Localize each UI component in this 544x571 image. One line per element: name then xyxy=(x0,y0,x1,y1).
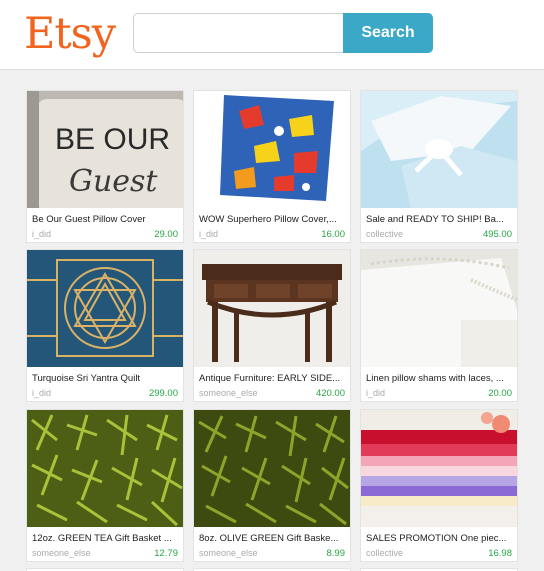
listing-card[interactable]: Antique Furniture: EARLY SIDE... someone… xyxy=(193,249,351,402)
listing-shop[interactable]: someone_else xyxy=(199,388,258,398)
listing-image[interactable]: BE OUR Guest xyxy=(27,91,183,208)
listing-title[interactable]: Sale and READY TO SHIP! Ba... xyxy=(366,214,514,225)
listing-card[interactable]: 8oz. OLIVE GREEN Gift Baske... someone_e… xyxy=(193,409,351,562)
listing-shop[interactable]: collective xyxy=(366,229,403,239)
listing-price: 420.00 xyxy=(315,388,345,399)
etsy-logo[interactable]: Etsy xyxy=(24,8,116,60)
listing-image[interactable] xyxy=(361,91,517,208)
listing-title[interactable]: Be Our Guest Pillow Cover xyxy=(32,214,180,225)
listing-card[interactable]: Turquoise Sri Yantra Quilt i_did 299.00 xyxy=(26,249,184,402)
listing-shop[interactable]: someone_else xyxy=(199,548,258,558)
listing-price: 16.00 xyxy=(321,229,345,240)
listing-title[interactable]: SALES PROMOTION One piec... xyxy=(366,533,514,544)
listing-price: 29.00 xyxy=(154,229,178,240)
listing-price: 12.79 xyxy=(154,548,178,559)
listing-image[interactable] xyxy=(361,250,517,367)
search-input[interactable] xyxy=(133,13,345,53)
listing-title[interactable]: Antique Furniture: EARLY SIDE... xyxy=(199,373,347,384)
listing-shop[interactable]: i_did xyxy=(199,229,218,239)
listing-shop[interactable]: i_did xyxy=(32,388,51,398)
listing-title[interactable]: 12oz. GREEN TEA Gift Basket ... xyxy=(32,533,180,544)
listing-title[interactable]: 8oz. OLIVE GREEN Gift Baske... xyxy=(199,533,347,544)
listing-card[interactable]: Linen pillow shams with laces, ... i_did… xyxy=(360,249,518,402)
listing-image[interactable] xyxy=(194,250,350,367)
search-button[interactable]: Search xyxy=(343,13,433,53)
listing-price: 16.98 xyxy=(488,548,512,559)
listing-price: 8.99 xyxy=(326,548,346,559)
listing-price: 20.00 xyxy=(488,388,512,399)
listing-image[interactable] xyxy=(361,410,517,527)
pillow-text-be-our: BE OUR xyxy=(55,123,170,156)
listing-image[interactable] xyxy=(194,91,350,208)
pillow-text-guest: Guest xyxy=(69,164,158,199)
listing-card[interactable]: SALES PROMOTION One piec... collective 1… xyxy=(360,409,518,562)
listing-card[interactable]: Sale and READY TO SHIP! Ba... collective… xyxy=(360,90,518,243)
listing-image[interactable] xyxy=(27,410,183,527)
listing-title[interactable]: Linen pillow shams with laces, ... xyxy=(366,373,514,384)
listing-shop[interactable]: someone_else xyxy=(32,548,91,558)
listing-title[interactable]: Turquoise Sri Yantra Quilt xyxy=(32,373,180,384)
listing-price: 495.00 xyxy=(482,229,512,240)
listing-title[interactable]: WOW Superhero Pillow Cover,... xyxy=(199,214,347,225)
listing-shop[interactable]: i_did xyxy=(366,388,385,398)
listing-shop[interactable]: i_did xyxy=(32,229,51,239)
listing-price: 299.00 xyxy=(148,388,178,399)
listing-card[interactable]: BE OUR Guest Be Our Guest Pillow Cover i… xyxy=(26,90,184,243)
listing-image[interactable] xyxy=(27,250,183,367)
listing-card[interactable]: WOW Superhero Pillow Cover,... i_did 16.… xyxy=(193,90,351,243)
site-header: Etsy Search xyxy=(0,0,544,70)
listing-card[interactable]: 12oz. GREEN TEA Gift Basket ... someone_… xyxy=(26,409,184,562)
listing-shop[interactable]: collective xyxy=(366,548,403,558)
listing-image[interactable] xyxy=(194,410,350,527)
